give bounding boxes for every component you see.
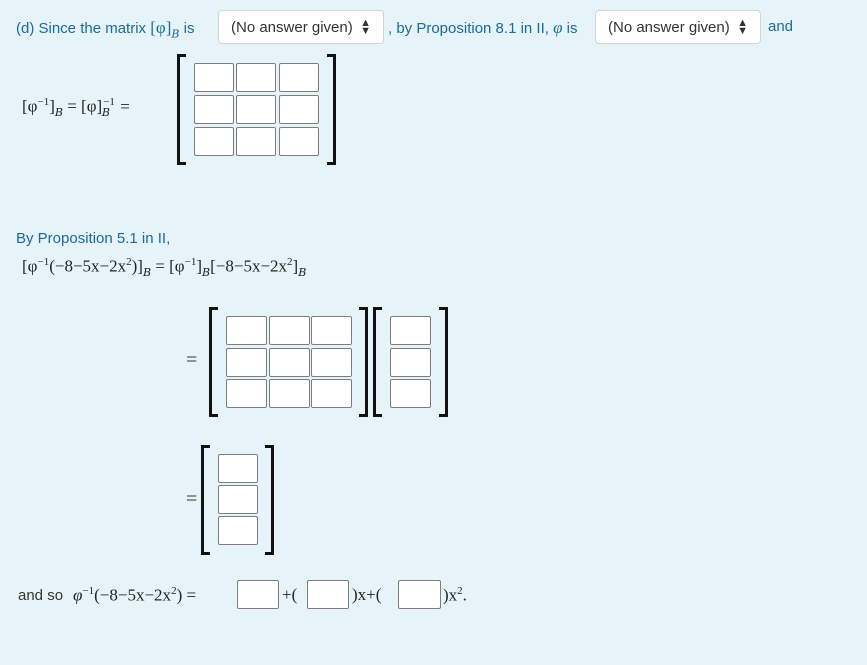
inverse-matrix-equation: [φ−1]B = [φ]−1B = (22, 96, 130, 119)
product-matrix-cell-r3-c2[interactable] (269, 379, 310, 408)
mid: = [φ] (62, 96, 103, 116)
eq-part: (−8−5x−2x (49, 256, 127, 276)
product-matrix-cell-r3-c1[interactable] (226, 379, 267, 408)
x2-part: )x (443, 585, 458, 605)
lhs: [φ (22, 96, 38, 116)
map-property-select[interactable]: (No answer given) ▲ ▼ (595, 10, 761, 44)
left-bracket (209, 307, 218, 417)
proposition-81-text: , by Proposition 8.1 in II, φ is (388, 18, 578, 38)
mid-sup: −1 (103, 96, 115, 108)
is-text: is (183, 20, 195, 37)
right-bracket (359, 307, 368, 417)
and-text: and (768, 18, 794, 35)
select-value: (No answer given) (608, 18, 730, 36)
x-plus-open: )x+( (352, 585, 382, 604)
eq-sub: B (142, 266, 152, 280)
x2-term: )x2. (443, 585, 467, 606)
product-matrix-cell-r3-c3[interactable] (311, 379, 352, 408)
lhs-sub: B (54, 106, 63, 120)
inverse-matrix-cell-r2-c2[interactable] (236, 95, 276, 124)
left-bracket (373, 307, 382, 417)
equals-sign: = (186, 488, 198, 510)
matrix-phi: [φ] (150, 18, 172, 37)
x2-coefficient-input[interactable] (398, 580, 441, 609)
basis-sub: B (171, 27, 180, 41)
question-intro: (d) Since the matrix [φ]B is (16, 18, 194, 40)
inverse-matrix-cell-r1-c2[interactable] (236, 63, 276, 92)
product-matrix-cell-r1-c1[interactable] (226, 316, 267, 345)
select-arrows-icon: ▲ ▼ (360, 17, 371, 37)
result-vector-cell-r3-c1[interactable] (218, 516, 258, 545)
select-arrows-icon: ▲ ▼ (737, 17, 748, 37)
select-value: (No answer given) (231, 18, 353, 36)
product-matrix-cell-r1-c2[interactable] (269, 316, 310, 345)
inverse-matrix-cell-r2-c3[interactable] (279, 95, 319, 124)
phi-symbol: φ (553, 18, 563, 37)
phi: φ (73, 585, 83, 605)
inverse-matrix-cell-r3-c3[interactable] (279, 127, 319, 156)
result-lhs: φ−1(−8−5x−2x2) = (73, 585, 196, 606)
prop-text: , by Proposition 8.1 in II, (388, 20, 549, 37)
right-bracket (327, 54, 336, 165)
period: . (462, 585, 467, 605)
eq-sub: B (202, 266, 211, 280)
result-vector-cell-r1-c1[interactable] (218, 454, 258, 483)
inverse-matrix-cell-r3-c2[interactable] (236, 127, 276, 156)
eq-part: [−8−5x−2x (210, 256, 288, 276)
eq-part: [φ (22, 256, 38, 276)
eq-sup: −1 (37, 256, 50, 268)
matrix-property-select[interactable]: (No answer given) ▲ ▼ (218, 10, 384, 44)
product-matrix-cell-r2-c1[interactable] (226, 348, 267, 377)
product-matrix-cell-r1-c3[interactable] (311, 316, 352, 345)
matrix-symbol: [φ]B (150, 18, 180, 41)
inverse-matrix-cell-r1-c3[interactable] (279, 63, 319, 92)
coordinate-equation: [φ−1(−8−5x−2x2)]B = [φ−1]B[−8−5x−2x2]B (22, 256, 306, 279)
coordinate-vector-cell-r1-c1[interactable] (390, 316, 431, 345)
right-bracket (265, 445, 274, 555)
intro-text: (d) Since the matrix (16, 20, 147, 37)
eq-part: )] (131, 256, 143, 276)
coordinate-vector-cell-r2-c1[interactable] (390, 348, 431, 377)
poly: (−8−5x−2x (94, 585, 172, 605)
is-text-2: is (566, 20, 578, 37)
result-vector-cell-r2-c1[interactable] (218, 485, 258, 514)
product-matrix-cell-r2-c2[interactable] (269, 348, 310, 377)
and-so-text: and so (18, 587, 64, 604)
left-bracket (177, 54, 186, 165)
product-matrix-cell-r2-c3[interactable] (311, 348, 352, 377)
eq-sub: B (298, 266, 307, 280)
eq-part: = [φ (151, 256, 185, 276)
left-bracket (201, 445, 210, 555)
right-bracket (439, 307, 448, 417)
constant-coefficient-input[interactable] (237, 580, 279, 609)
close: ) = (176, 585, 197, 605)
proposition-51-label: By Proposition 5.1 in II, (16, 230, 171, 247)
lhs-sup: −1 (37, 96, 50, 108)
plus-open: +( (282, 585, 298, 604)
equals-sign: = (186, 349, 198, 371)
eq-sup: −1 (184, 256, 197, 268)
rhs-equals: = (116, 96, 130, 116)
inverse-matrix-cell-r3-c1[interactable] (194, 127, 234, 156)
x-coefficient-input[interactable] (307, 580, 349, 609)
inverse-matrix-cell-r1-c1[interactable] (194, 63, 234, 92)
inverse-matrix-cell-r2-c1[interactable] (194, 95, 234, 124)
coordinate-vector-cell-r3-c1[interactable] (390, 379, 431, 408)
sup: −1 (82, 585, 95, 597)
